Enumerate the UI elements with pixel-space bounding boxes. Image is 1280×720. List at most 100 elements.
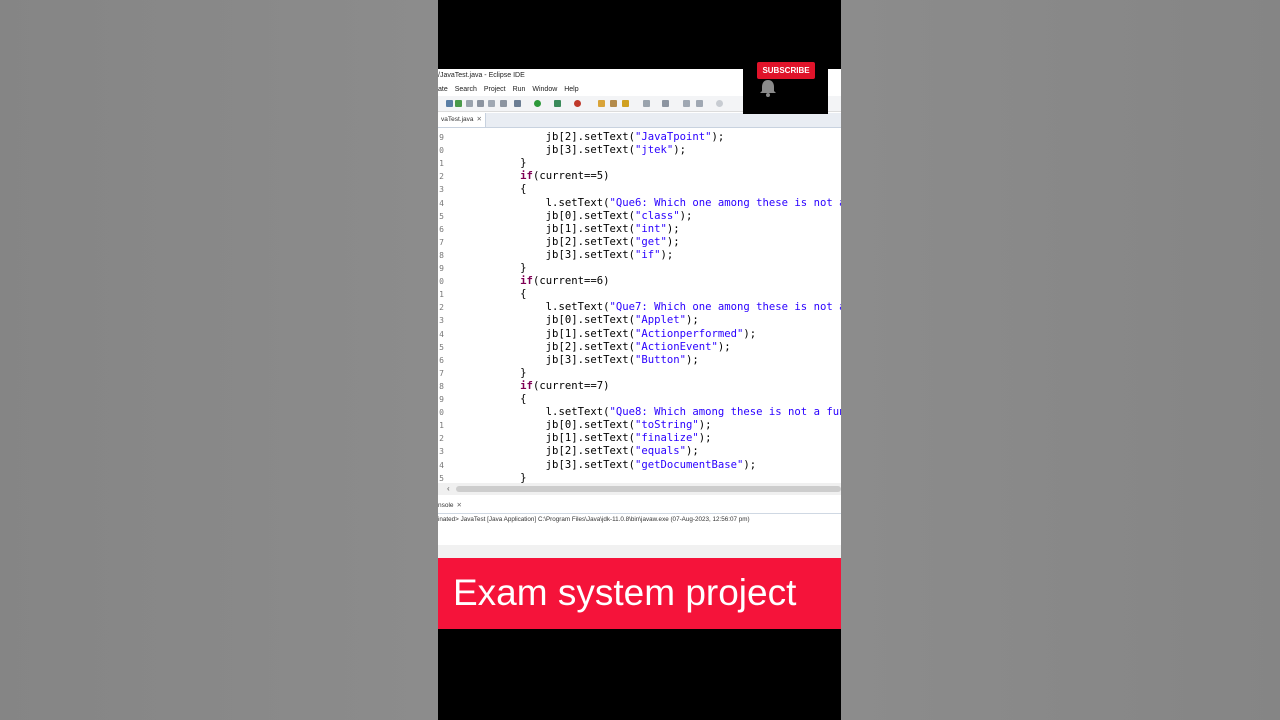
toolbar-icon[interactable] — [622, 100, 629, 107]
debug-icon[interactable] — [514, 100, 521, 107]
code-editor[interactable]: 9 jb[2].setText("JavaTpoint"); 0 jb[3].se… — [438, 127, 841, 483]
console-status: inated> JavaTest [Java Application] C:\P… — [438, 516, 750, 523]
code-line: 9 { — [438, 393, 841, 406]
line-number: 1 — [439, 159, 444, 169]
title-banner: Exam system project — [438, 558, 841, 629]
editor-tab-bar: vaTest.java ✕ — [438, 113, 841, 128]
console-tab-bar: nsole ✕ — [438, 499, 841, 514]
line-number: 5 — [439, 473, 444, 483]
code-line: 7 } — [438, 367, 841, 380]
line-number: 7 — [439, 237, 444, 247]
code-line: 0 l.setText("Que8: Which among these is … — [438, 406, 841, 419]
open-type-icon[interactable] — [598, 100, 605, 107]
code-line: 8 jb[3].setText("if"); — [438, 249, 841, 262]
code-text: jb[1].setText("finalize"); — [520, 432, 712, 445]
code-line: 2 if(current==5) — [438, 170, 841, 183]
toolbar-icon[interactable] — [643, 100, 650, 107]
code-line: 4 jb[3].setText("getDocumentBase"); — [438, 459, 841, 472]
toolbar-icon[interactable] — [662, 100, 669, 107]
toolbar-icon[interactable] — [500, 100, 507, 107]
horizontal-scrollbar[interactable]: ‹ — [438, 483, 841, 495]
line-number: 4 — [439, 329, 444, 339]
code-text: if(current==5) — [520, 170, 610, 183]
toolbar-icon[interactable] — [477, 100, 484, 107]
line-number: 5 — [439, 342, 444, 352]
code-text: jb[0].setText("toString"); — [520, 419, 712, 432]
tab-label: vaTest.java — [441, 116, 474, 123]
code-text: { — [520, 183, 527, 196]
toolbar-icon[interactable] — [466, 100, 473, 107]
line-number: 6 — [439, 355, 444, 365]
close-icon[interactable]: ✕ — [477, 116, 482, 123]
line-number: 0 — [439, 146, 444, 156]
line-number: 8 — [439, 250, 444, 260]
code-line: 5 jb[2].setText("ActionEvent"); — [438, 341, 841, 354]
code-text: jb[2].setText("equals"); — [520, 445, 699, 458]
code-line: 3 jb[2].setText("equals"); — [438, 445, 841, 458]
menu-project[interactable]: Project — [484, 86, 506, 93]
external-tools-icon[interactable] — [574, 100, 581, 107]
toolbar-icon[interactable] — [455, 100, 462, 107]
line-number: 3 — [439, 447, 444, 457]
forward-icon[interactable] — [696, 100, 703, 107]
scroll-left-icon[interactable]: ‹ — [447, 483, 450, 495]
line-number: 9 — [439, 264, 444, 273]
toolbar-icon[interactable] — [446, 100, 453, 107]
line-number: 3 — [439, 185, 444, 195]
scrollbar-thumb[interactable] — [456, 486, 841, 492]
back-icon[interactable] — [683, 100, 690, 107]
run-icon[interactable] — [534, 100, 541, 107]
code-line: 1 { — [438, 288, 841, 301]
code-text: } — [520, 262, 527, 274]
code-text: jb[1].setText("Actionperformed"); — [520, 327, 757, 340]
line-number: 7 — [439, 368, 444, 378]
code-text: jb[1].setText("int"); — [520, 222, 680, 235]
line-number: 1 — [439, 290, 444, 300]
close-icon[interactable]: ✕ — [457, 502, 462, 509]
code-line: 6 jb[1].setText("int"); — [438, 223, 841, 236]
code-text: l.setText("Que8: Which among these is no… — [520, 406, 841, 419]
code-text: { — [520, 393, 527, 405]
code-line: 8 if(current==7) — [438, 380, 841, 393]
blurred-background-right — [841, 0, 1280, 720]
toolbar-icon[interactable] — [488, 100, 495, 107]
code-text: jb[0].setText("Applet"); — [520, 314, 699, 327]
code-text: if(current==7) — [520, 379, 610, 392]
eclipse-window: /JavaTest.java - Eclipse IDE ate Search … — [438, 69, 841, 558]
code-text: l.setText("Que6: Which one among these i… — [520, 196, 841, 209]
code-line: 4 jb[1].setText("Actionperformed"); — [438, 328, 841, 341]
code-line: 6 jb[3].setText("Button"); — [438, 354, 841, 367]
line-number: 8 — [439, 381, 444, 391]
coverage-icon[interactable] — [554, 100, 561, 107]
tab-javatest[interactable]: vaTest.java ✕ — [438, 113, 486, 127]
code-text: if(current==6) — [520, 275, 610, 288]
line-number: 0 — [439, 408, 444, 418]
code-line: 4 l.setText("Que6: Which one among these… — [438, 197, 841, 210]
line-number: 5 — [439, 211, 444, 221]
code-text: jb[2].setText("ActionEvent"); — [520, 340, 731, 353]
code-text: } — [520, 366, 527, 379]
toolbar-icon[interactable] — [610, 100, 617, 107]
line-number: 4 — [439, 460, 444, 470]
line-number: 4 — [439, 198, 444, 208]
code-line: 1 } — [438, 157, 841, 170]
bell-icon[interactable] — [757, 77, 779, 99]
menu-help[interactable]: Help — [564, 86, 578, 93]
code-line: 5 } — [438, 472, 841, 483]
menu-search[interactable]: Search — [455, 86, 477, 93]
line-number: 2 — [439, 303, 444, 313]
code-line: 3 jb[0].setText("Applet"); — [438, 314, 841, 327]
code-text: } — [520, 157, 527, 170]
code-text: jb[3].setText("if"); — [520, 248, 674, 261]
tab-console[interactable]: nsole — [438, 502, 454, 509]
menu-navigate[interactable]: ate — [438, 86, 448, 93]
code-text: l.setText("Que7: Which one among these i… — [520, 301, 841, 314]
menu-window[interactable]: Window — [532, 86, 557, 93]
code-line: 9 } — [438, 262, 841, 275]
code-line: 0 jb[3].setText("jtek"); — [438, 144, 841, 157]
menu-run[interactable]: Run — [513, 86, 526, 93]
line-number: 9 — [439, 133, 444, 142]
code-line: 5 jb[0].setText("class"); — [438, 210, 841, 223]
toolbar-icon[interactable] — [716, 100, 723, 107]
code-text: jb[2].setText("JavaTpoint"); — [520, 131, 725, 143]
